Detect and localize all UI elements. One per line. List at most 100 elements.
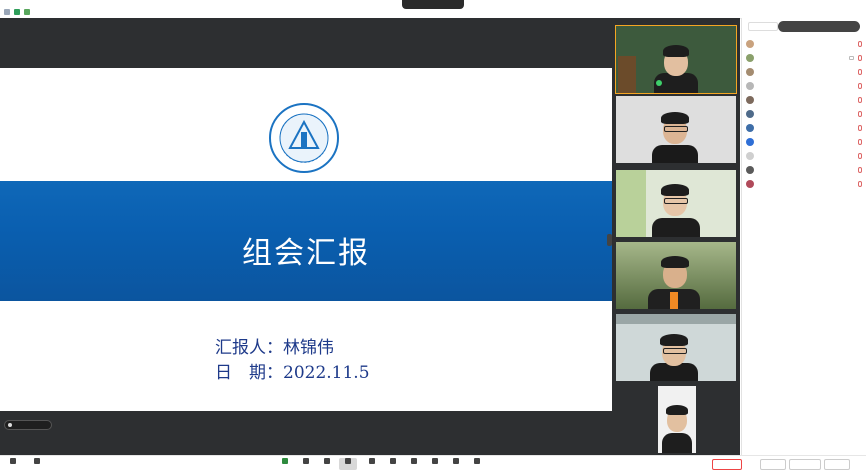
participant-avatar	[746, 68, 754, 76]
members-button[interactable]	[339, 458, 357, 470]
participant-avatar	[746, 40, 754, 48]
mic-muted-icon[interactable]	[858, 55, 862, 61]
apps-button[interactable]	[426, 458, 444, 470]
meeting-title[interactable]	[402, 0, 464, 9]
participant-avatar	[746, 82, 754, 90]
participant-row[interactable]	[746, 136, 864, 148]
mic-muted-icon[interactable]	[858, 139, 862, 145]
date-label: 日 期：	[215, 363, 283, 383]
glasses	[664, 198, 688, 204]
share-status-icon	[8, 423, 12, 427]
reaction-button[interactable]	[405, 458, 423, 470]
participant-row[interactable]	[746, 38, 864, 50]
invite-icon	[324, 458, 330, 464]
video-tile[interactable]	[616, 386, 736, 453]
glasses	[664, 126, 688, 132]
participants-panel-header	[742, 18, 866, 36]
layout-icon	[453, 458, 459, 464]
video-tile[interactable]	[616, 242, 736, 309]
participant-avatar	[746, 138, 754, 146]
bunk-bed-background	[616, 314, 736, 324]
date-line: 日 期：2022.11.5	[215, 358, 370, 383]
participant-row[interactable]	[746, 178, 864, 190]
panel-action-button[interactable]	[789, 459, 821, 470]
participant-search-input[interactable]	[748, 22, 778, 31]
person-hair	[661, 112, 689, 124]
share-screen-icon	[282, 458, 288, 464]
security-shield-icon[interactable]	[14, 9, 20, 15]
reporter-label: 汇报人：	[215, 338, 283, 358]
participant-avatar	[746, 54, 754, 62]
mic-muted-icon[interactable]	[858, 41, 862, 47]
security-button[interactable]	[297, 458, 315, 470]
participant-row[interactable]	[746, 164, 864, 176]
date-value: 2022.11.5	[283, 363, 370, 383]
record-button[interactable]	[384, 458, 402, 470]
participant-avatar	[746, 110, 754, 118]
participant-row[interactable]	[746, 94, 864, 106]
members-icon	[345, 458, 351, 464]
mic-button[interactable]	[4, 458, 22, 470]
signal-icon	[24, 9, 30, 15]
mic-muted-icon[interactable]	[858, 111, 862, 117]
camera-icon[interactable]	[849, 56, 854, 60]
window-background	[616, 170, 646, 237]
reporter-line: 汇报人：林锦伟	[215, 333, 334, 358]
panel-notice[interactable]	[778, 21, 860, 32]
share-screen-button[interactable]	[276, 458, 294, 470]
person-hair	[661, 256, 689, 268]
invite-button[interactable]	[318, 458, 336, 470]
participant-row[interactable]	[746, 150, 864, 162]
video-tile[interactable]	[615, 25, 737, 94]
top-bar	[0, 0, 866, 19]
info-icon[interactable]	[4, 9, 10, 15]
video-tile[interactable]	[616, 170, 736, 237]
mic-muted-icon[interactable]	[858, 167, 862, 173]
person-hair	[666, 405, 688, 415]
university-logo-icon	[269, 103, 339, 173]
participant-row[interactable]	[746, 80, 864, 92]
end-meeting-button[interactable]	[712, 459, 742, 470]
chat-button[interactable]	[363, 458, 381, 470]
settings-icon	[474, 458, 480, 464]
person-hair	[663, 45, 689, 57]
person-body	[652, 218, 700, 237]
participant-row[interactable]	[746, 66, 864, 78]
slide-title: 组会汇报	[242, 236, 370, 271]
mic-muted-icon[interactable]	[858, 83, 862, 89]
apps-icon	[432, 458, 438, 464]
video-tile[interactable]	[616, 314, 736, 381]
mic-muted-icon[interactable]	[858, 97, 862, 103]
mic-muted-icon[interactable]	[858, 181, 862, 187]
settings-button[interactable]	[468, 458, 486, 470]
video-button[interactable]	[28, 458, 46, 470]
video-tile[interactable]	[616, 96, 736, 163]
participant-row[interactable]	[746, 122, 864, 134]
glasses	[663, 348, 687, 354]
reporter-name: 林锦伟	[283, 338, 334, 358]
participant-row[interactable]	[746, 108, 864, 120]
person-hair	[661, 184, 689, 196]
participant-avatar	[746, 166, 754, 174]
mic-icon	[10, 458, 16, 464]
participant-avatar	[746, 152, 754, 160]
participant-row[interactable]	[746, 52, 864, 64]
participant-avatar	[746, 96, 754, 104]
security-icon	[303, 458, 309, 464]
top-left-status-icons	[4, 9, 30, 15]
record-icon	[390, 458, 396, 464]
shared-screen-stage: 组会汇报 汇报人：林锦伟 日 期：2022.11.5	[0, 18, 612, 455]
layout-button[interactable]	[447, 458, 465, 470]
participant-avatar	[746, 124, 754, 132]
participants-panel	[741, 18, 866, 455]
bookshelf-background	[618, 56, 636, 93]
mic-muted-icon[interactable]	[858, 69, 862, 75]
mic-muted-icon[interactable]	[858, 153, 862, 159]
mic-muted-icon[interactable]	[858, 125, 862, 131]
panel-action-button[interactable]	[760, 459, 786, 470]
share-status-pill[interactable]	[4, 420, 52, 430]
person-body	[662, 433, 692, 453]
video-icon	[34, 458, 40, 464]
panel-action-button[interactable]	[824, 459, 850, 470]
presentation-slide: 组会汇报 汇报人：林锦伟 日 期：2022.11.5	[0, 68, 612, 411]
